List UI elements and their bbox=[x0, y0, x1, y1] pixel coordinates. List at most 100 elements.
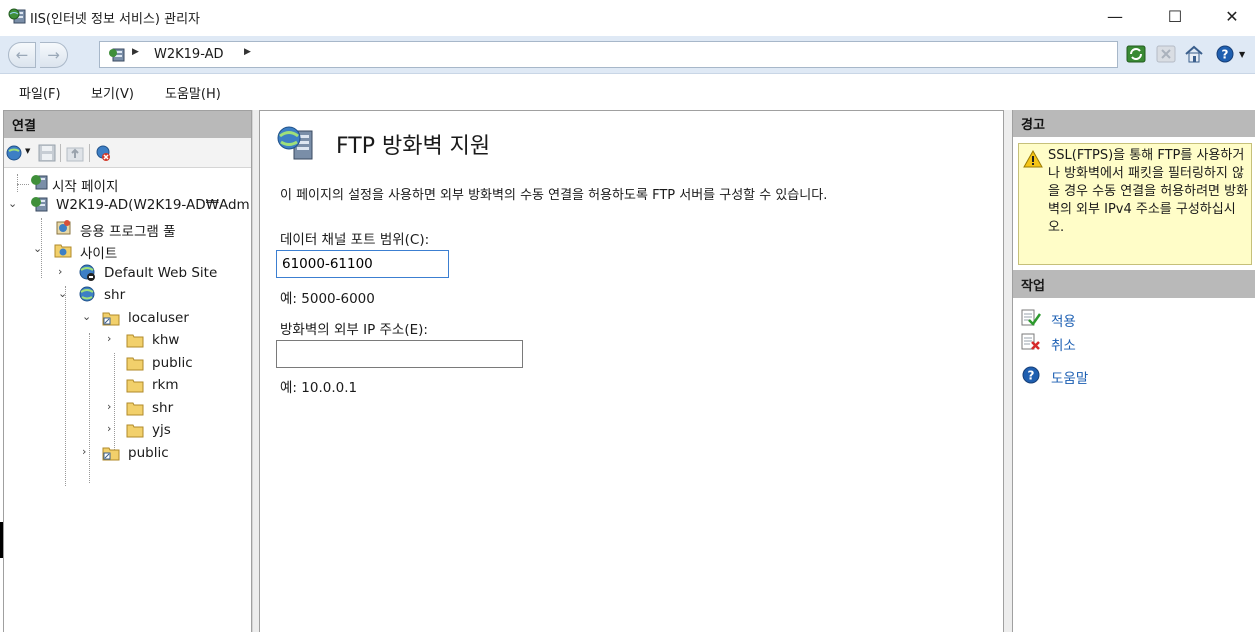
external-ip-example: 예: 10.0.0.1 bbox=[280, 380, 358, 396]
minimize-button[interactable]: — bbox=[1092, 2, 1138, 32]
tree-item-public-virtual[interactable]: › public bbox=[4, 442, 249, 464]
tree-item-shr[interactable]: › shr bbox=[4, 397, 249, 419]
svg-text:?: ? bbox=[1222, 48, 1229, 62]
stop-icon[interactable] bbox=[1156, 45, 1176, 63]
chevron-down-icon[interactable]: ▼ bbox=[25, 147, 30, 155]
chevron-right-icon[interactable]: › bbox=[58, 265, 70, 278]
tree-label: khw bbox=[152, 332, 180, 348]
tree-item-default-web-site[interactable]: › Default Web Site bbox=[4, 262, 249, 284]
close-button[interactable]: ✕ bbox=[1209, 2, 1255, 32]
toolbar-divider bbox=[60, 144, 61, 162]
tree-label: public bbox=[152, 355, 193, 371]
disconnect-icon[interactable] bbox=[94, 144, 112, 162]
menu-view[interactable]: 보기(V) bbox=[91, 83, 134, 102]
help-action[interactable]: ? 도움말 bbox=[1019, 364, 1139, 387]
connections-header: 연결 bbox=[4, 111, 251, 138]
chevron-down-icon[interactable]: ▼ bbox=[1239, 50, 1245, 59]
start-page-icon bbox=[31, 175, 48, 190]
back-arrow-icon: ← bbox=[15, 46, 29, 64]
tree-item-start-page[interactable]: 시작 페이지 bbox=[4, 172, 249, 195]
tree-item-site-shr[interactable]: ⌄ shr bbox=[4, 284, 249, 306]
menu-file[interactable]: 파일(F) bbox=[19, 83, 61, 102]
breadcrumb-item-server[interactable]: W2K19-AD bbox=[154, 47, 224, 62]
alerts-header: 경고 bbox=[1013, 110, 1255, 137]
cancel-action[interactable]: 취소 bbox=[1019, 331, 1139, 354]
external-ip-label: 방화벽의 외부 IP 주소(E): bbox=[280, 322, 428, 338]
forward-arrow-icon: → bbox=[47, 46, 60, 64]
port-range-example: 예: 5000-6000 bbox=[280, 291, 375, 307]
address-bar: ← → ▶ W2K19-AD ▶ ? ▼ bbox=[0, 36, 1255, 74]
tree-item-app-pools[interactable]: 응용 프로그램 풀 bbox=[4, 217, 249, 240]
tree-label: shr bbox=[104, 287, 126, 303]
menu-help[interactable]: 도움말(H) bbox=[165, 83, 221, 102]
port-range-input[interactable] bbox=[276, 250, 449, 278]
server-icon bbox=[31, 197, 48, 212]
folder-icon bbox=[126, 357, 144, 371]
tree-item-khw[interactable]: › khw bbox=[4, 329, 249, 351]
up-level-icon[interactable] bbox=[66, 144, 84, 162]
external-ip-input[interactable] bbox=[276, 340, 523, 368]
chevron-down-icon[interactable]: ⌄ bbox=[33, 242, 45, 255]
cancel-icon bbox=[1021, 333, 1040, 350]
window-edge bbox=[0, 522, 3, 558]
help-icon: ? bbox=[1022, 366, 1040, 384]
tree-label: shr bbox=[152, 400, 174, 416]
actions-panel: 경고 SSL(FTPS)을 통해 FTP를 사용하거나 방화벽에서 패킷을 필터… bbox=[1012, 110, 1255, 632]
tree-label: 시작 페이지 bbox=[52, 179, 119, 195]
help-icon[interactable]: ? bbox=[1216, 45, 1236, 63]
warning-icon bbox=[1023, 150, 1043, 168]
tree-label: W2K19-AD(W2K19-AD₩Adm bbox=[56, 197, 249, 213]
maximize-button[interactable]: ☐ bbox=[1152, 2, 1198, 32]
tree-item-public[interactable]: public bbox=[4, 352, 249, 374]
apply-label[interactable]: 적용 bbox=[1051, 310, 1076, 330]
toolbar-divider bbox=[89, 144, 90, 162]
chevron-right-icon[interactable]: › bbox=[107, 332, 119, 345]
virtual-folder-icon bbox=[102, 447, 120, 461]
folder-icon bbox=[126, 379, 144, 393]
chevron-right-icon[interactable]: › bbox=[107, 422, 119, 435]
save-icon[interactable] bbox=[38, 144, 56, 162]
home-icon[interactable] bbox=[1184, 45, 1204, 63]
tree-label: yjs bbox=[152, 422, 171, 438]
chevron-down-icon[interactable]: ⌄ bbox=[8, 197, 20, 210]
breadcrumb-separator-icon[interactable]: ▶ bbox=[132, 47, 139, 57]
breadcrumb-separator-icon[interactable]: ▶ bbox=[244, 47, 251, 57]
forward-button[interactable]: → bbox=[40, 42, 68, 68]
connections-panel: 연결 ▼ 시작 페이지 ⌄ W2K19-AD(W2K19-AD₩Adm 응용 프… bbox=[3, 110, 252, 632]
panel-splitter[interactable] bbox=[252, 110, 259, 632]
tree-item-sites[interactable]: ⌄ 사이트 bbox=[4, 239, 249, 262]
chevron-right-icon[interactable]: › bbox=[107, 400, 119, 413]
panel-splitter[interactable] bbox=[1004, 110, 1012, 632]
tree-label: rkm bbox=[152, 377, 179, 393]
breadcrumb[interactable]: ▶ W2K19-AD ▶ bbox=[99, 41, 1118, 68]
folder-icon bbox=[126, 424, 144, 438]
tree-label: Default Web Site bbox=[104, 265, 218, 281]
folder-icon bbox=[126, 402, 144, 416]
connections-toolbar: ▼ bbox=[4, 138, 251, 168]
globe-stopped-icon bbox=[79, 264, 95, 281]
tree-item-rkm[interactable]: rkm bbox=[4, 374, 249, 396]
app-pool-icon bbox=[56, 220, 71, 235]
folder-icon bbox=[126, 334, 144, 348]
tree-item-localuser[interactable]: ⌄ localuser bbox=[4, 307, 249, 329]
chevron-right-icon[interactable]: › bbox=[82, 445, 94, 458]
alert-box: SSL(FTPS)을 통해 FTP를 사용하거나 방화벽에서 패킷을 필터링하지… bbox=[1018, 143, 1252, 265]
page-title: FTP 방화벽 지원 bbox=[336, 134, 491, 159]
refresh-icon[interactable] bbox=[1126, 45, 1146, 63]
virtual-folder-icon bbox=[102, 312, 120, 326]
tree-label: public bbox=[128, 445, 169, 461]
window-title: IIS(인터넷 정보 서비스) 관리자 bbox=[30, 12, 201, 27]
cancel-label[interactable]: 취소 bbox=[1051, 334, 1076, 354]
tree-item-yjs[interactable]: › yjs bbox=[4, 419, 249, 441]
connect-globe-icon[interactable] bbox=[6, 144, 24, 162]
help-label[interactable]: 도움말 bbox=[1051, 367, 1088, 387]
tree-label: localuser bbox=[128, 310, 189, 326]
actions-header: 작업 bbox=[1013, 270, 1255, 298]
apply-action[interactable]: 적용 bbox=[1019, 307, 1139, 330]
back-button[interactable]: ← bbox=[8, 42, 36, 68]
svg-text:?: ? bbox=[1028, 369, 1035, 383]
tree-item-server[interactable]: ⌄ W2K19-AD(W2K19-AD₩Adm bbox=[4, 194, 249, 216]
chevron-down-icon[interactable]: ⌄ bbox=[58, 287, 70, 300]
sites-folder-icon bbox=[54, 244, 72, 258]
chevron-down-icon[interactable]: ⌄ bbox=[82, 310, 94, 323]
